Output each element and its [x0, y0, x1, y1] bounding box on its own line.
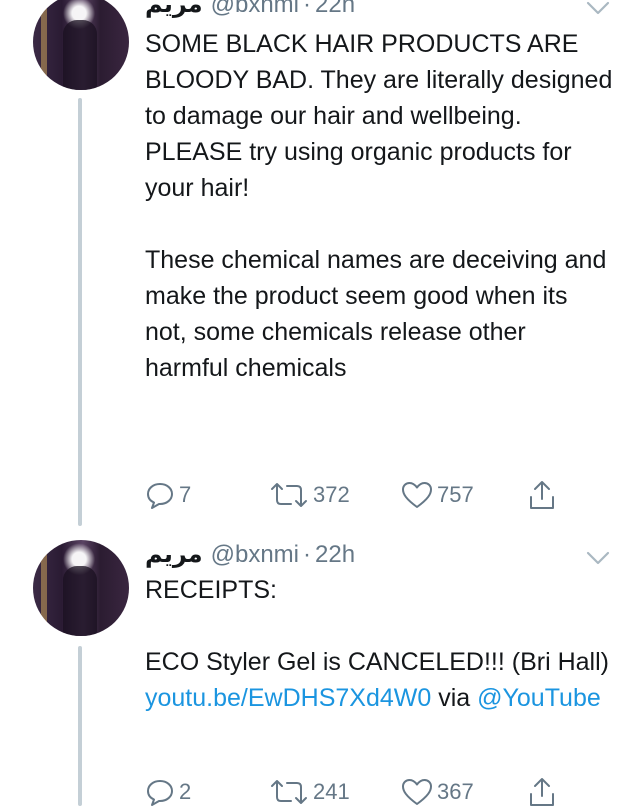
handle[interactable]: @bxnmi [211, 0, 299, 18]
retweet-button[interactable]: 241 [269, 774, 350, 810]
tweet-text-segment: via [431, 684, 478, 712]
separator-dot: · [303, 0, 312, 18]
tweet-text-paragraph: ECO Styler Gel is CANCELED!!! (Bri Hall)… [145, 644, 615, 716]
reply-count: 7 [179, 482, 192, 507]
tweet-link[interactable]: youtu.be/EwDHS7Xd4W0 [145, 684, 431, 712]
share-button[interactable] [527, 477, 557, 513]
reply-button[interactable]: 2 [145, 774, 191, 810]
timestamp[interactable]: 22h [315, 0, 355, 18]
like-button[interactable]: 757 [401, 477, 474, 513]
retweet-button[interactable]: 372 [269, 477, 350, 513]
tweet-header: مريم @bxnmi · 22h [145, 540, 355, 569]
share-icon [530, 778, 554, 806]
tweet-actions: 2 241 367 [145, 774, 585, 810]
handle[interactable]: @bxnmi [211, 541, 299, 568]
timestamp[interactable]: 22h [315, 541, 355, 568]
display-name[interactable]: مريم [145, 541, 203, 568]
mention-link[interactable]: @YouTube [477, 684, 601, 712]
tweet-text-paragraph: SOME BLACK HAIR PRODUCTS ARE BLOODY BAD.… [145, 30, 613, 202]
chevron-down-icon[interactable] [586, 0, 610, 16]
tweet-text-paragraph: These chemical names are deceiving and m… [145, 246, 607, 382]
avatar[interactable] [33, 0, 129, 90]
tweet-actions: 7 372 757 [145, 477, 585, 513]
like-count: 367 [437, 779, 474, 804]
like-button[interactable]: 367 [401, 774, 474, 810]
tweet[interactable]: مريم @bxnmi · 22h SOME BLACK HAIR PRODUCTS … [0, 0, 640, 540]
share-button[interactable] [527, 774, 557, 810]
tweet-header: مريم @bxnmi · 22h [145, 0, 355, 19]
retweet-icon [271, 780, 307, 804]
thread-line [78, 98, 82, 526]
display-name[interactable]: مريم [145, 0, 203, 18]
tweet-text-paragraph: RECEIPTS: [145, 576, 277, 604]
avatar[interactable] [33, 540, 129, 636]
tweet-text-segment: ECO Styler Gel is CANCELED!!! (Bri Hall) [145, 648, 609, 676]
reply-icon [147, 780, 173, 806]
thread-line [78, 646, 82, 806]
tweet-text: SOME BLACK HAIR PRODUCTS ARE BLOODY BAD.… [145, 26, 615, 386]
like-count: 757 [437, 482, 474, 507]
reply-button[interactable]: 7 [145, 477, 191, 513]
reply-icon [147, 483, 173, 509]
share-icon [530, 481, 554, 509]
retweet-count: 372 [313, 482, 350, 507]
chevron-down-icon[interactable] [586, 550, 610, 566]
retweet-count: 241 [313, 779, 350, 804]
separator-dot: · [303, 541, 312, 568]
retweet-icon [271, 483, 307, 507]
tweet-text: RECEIPTS: ECO Styler Gel is CANCELED!!! … [145, 572, 615, 716]
reply-count: 2 [179, 779, 192, 804]
heart-icon [402, 779, 432, 805]
tweet[interactable]: مريم @bxnmi · 22h RECEIPTS: ECO Styler Gel … [0, 540, 640, 806]
heart-icon [402, 482, 432, 508]
